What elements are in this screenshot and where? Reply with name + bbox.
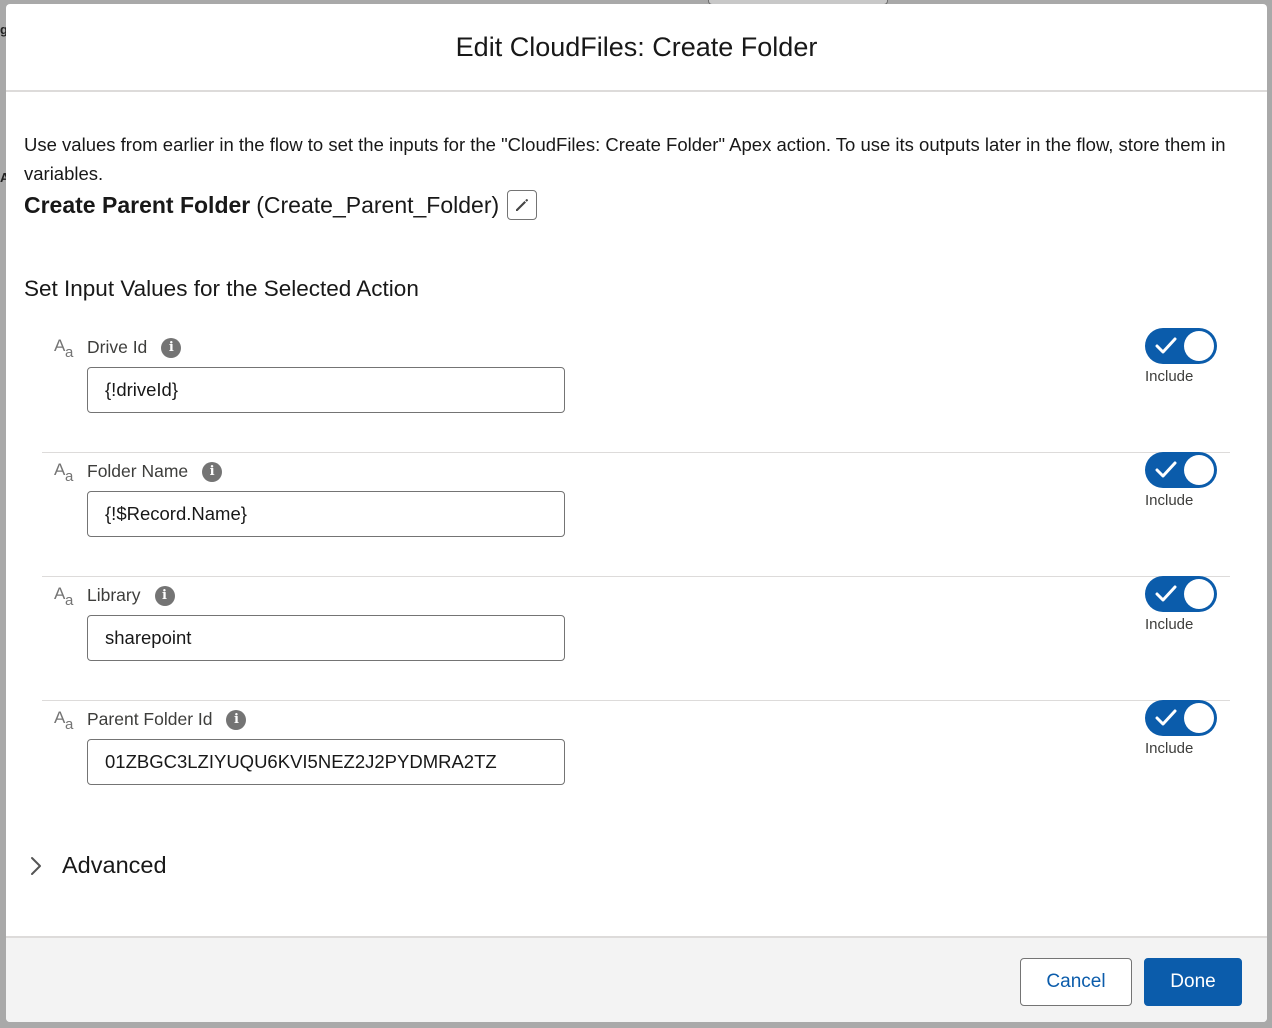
modal-title: Edit CloudFiles: Create Folder <box>455 31 818 62</box>
include-label: Include <box>1145 492 1194 509</box>
text-type-icon: Aa <box>54 708 74 733</box>
folder-name-input[interactable] <box>87 491 565 537</box>
library-input[interactable] <box>87 615 565 661</box>
parent-folder-id-input[interactable] <box>87 739 565 785</box>
include-toggle-wrap: Include <box>1145 328 1225 385</box>
include-label: Include <box>1145 616 1194 633</box>
check-icon <box>1155 337 1177 354</box>
param-label: Library i <box>87 585 175 606</box>
include-toggle[interactable] <box>1145 452 1217 488</box>
toggle-knob <box>1184 455 1214 485</box>
chevron-right-icon <box>31 856 41 875</box>
include-toggle[interactable] <box>1145 700 1217 736</box>
text-type-icon: Aa <box>54 336 74 361</box>
advanced-section-toggle[interactable]: Advanced <box>26 852 167 879</box>
drive-id-input[interactable] <box>87 367 565 413</box>
cancel-button[interactable]: Cancel <box>1020 958 1132 1006</box>
include-label: Include <box>1145 740 1194 757</box>
param-row-library: Aa Library i Include <box>42 576 1230 701</box>
include-label: Include <box>1145 368 1194 385</box>
info-icon[interactable]: i <box>161 337 182 358</box>
param-row-folder-name: Aa Folder Name i Include <box>42 452 1230 577</box>
include-toggle[interactable] <box>1145 328 1217 364</box>
toggle-knob <box>1184 703 1214 733</box>
check-icon <box>1155 585 1177 602</box>
text-type-icon: Aa <box>54 460 74 485</box>
info-icon[interactable]: i <box>202 461 223 482</box>
include-toggle-wrap: Include <box>1145 700 1225 757</box>
action-label: Create Parent Folder <box>24 191 251 218</box>
info-icon[interactable]: i <box>226 709 247 730</box>
param-row-drive-id: Aa Drive Id i Include <box>42 328 1230 453</box>
text-type-icon: Aa <box>54 584 74 609</box>
param-label: Folder Name i <box>87 461 223 482</box>
param-row-parent-folder-id: Aa Parent Folder Id i Include <box>42 700 1230 824</box>
toggle-knob <box>1184 331 1214 361</box>
modal-footer: Cancel Done <box>6 936 1267 1022</box>
action-api-name: (Create_Parent_Folder) <box>256 191 500 218</box>
include-toggle[interactable] <box>1145 576 1217 612</box>
param-label: Parent Folder Id i <box>87 709 247 730</box>
param-label: Drive Id i <box>87 337 182 358</box>
include-toggle-wrap: Include <box>1145 576 1225 633</box>
check-icon <box>1155 709 1177 726</box>
modal-body: Use values from earlier in the flow to s… <box>6 92 1267 938</box>
done-button[interactable]: Done <box>1144 958 1242 1006</box>
intro-text: Use values from earlier in the flow to s… <box>24 134 1226 184</box>
pencil-icon <box>516 198 529 211</box>
advanced-label: Advanced <box>62 852 167 878</box>
edit-action-modal: Edit CloudFiles: Create Folder Use value… <box>6 4 1267 1022</box>
edit-action-button[interactable] <box>507 190 538 220</box>
toggle-knob <box>1184 579 1214 609</box>
check-icon <box>1155 461 1177 478</box>
include-toggle-wrap: Include <box>1145 452 1225 509</box>
modal-header: Edit CloudFiles: Create Folder <box>6 4 1267 92</box>
section-heading: Set Input Values for the Selected Action <box>24 276 419 301</box>
info-icon[interactable]: i <box>154 585 175 606</box>
action-name-line: Create Parent Folder (Create_Parent_Fold… <box>24 190 538 220</box>
